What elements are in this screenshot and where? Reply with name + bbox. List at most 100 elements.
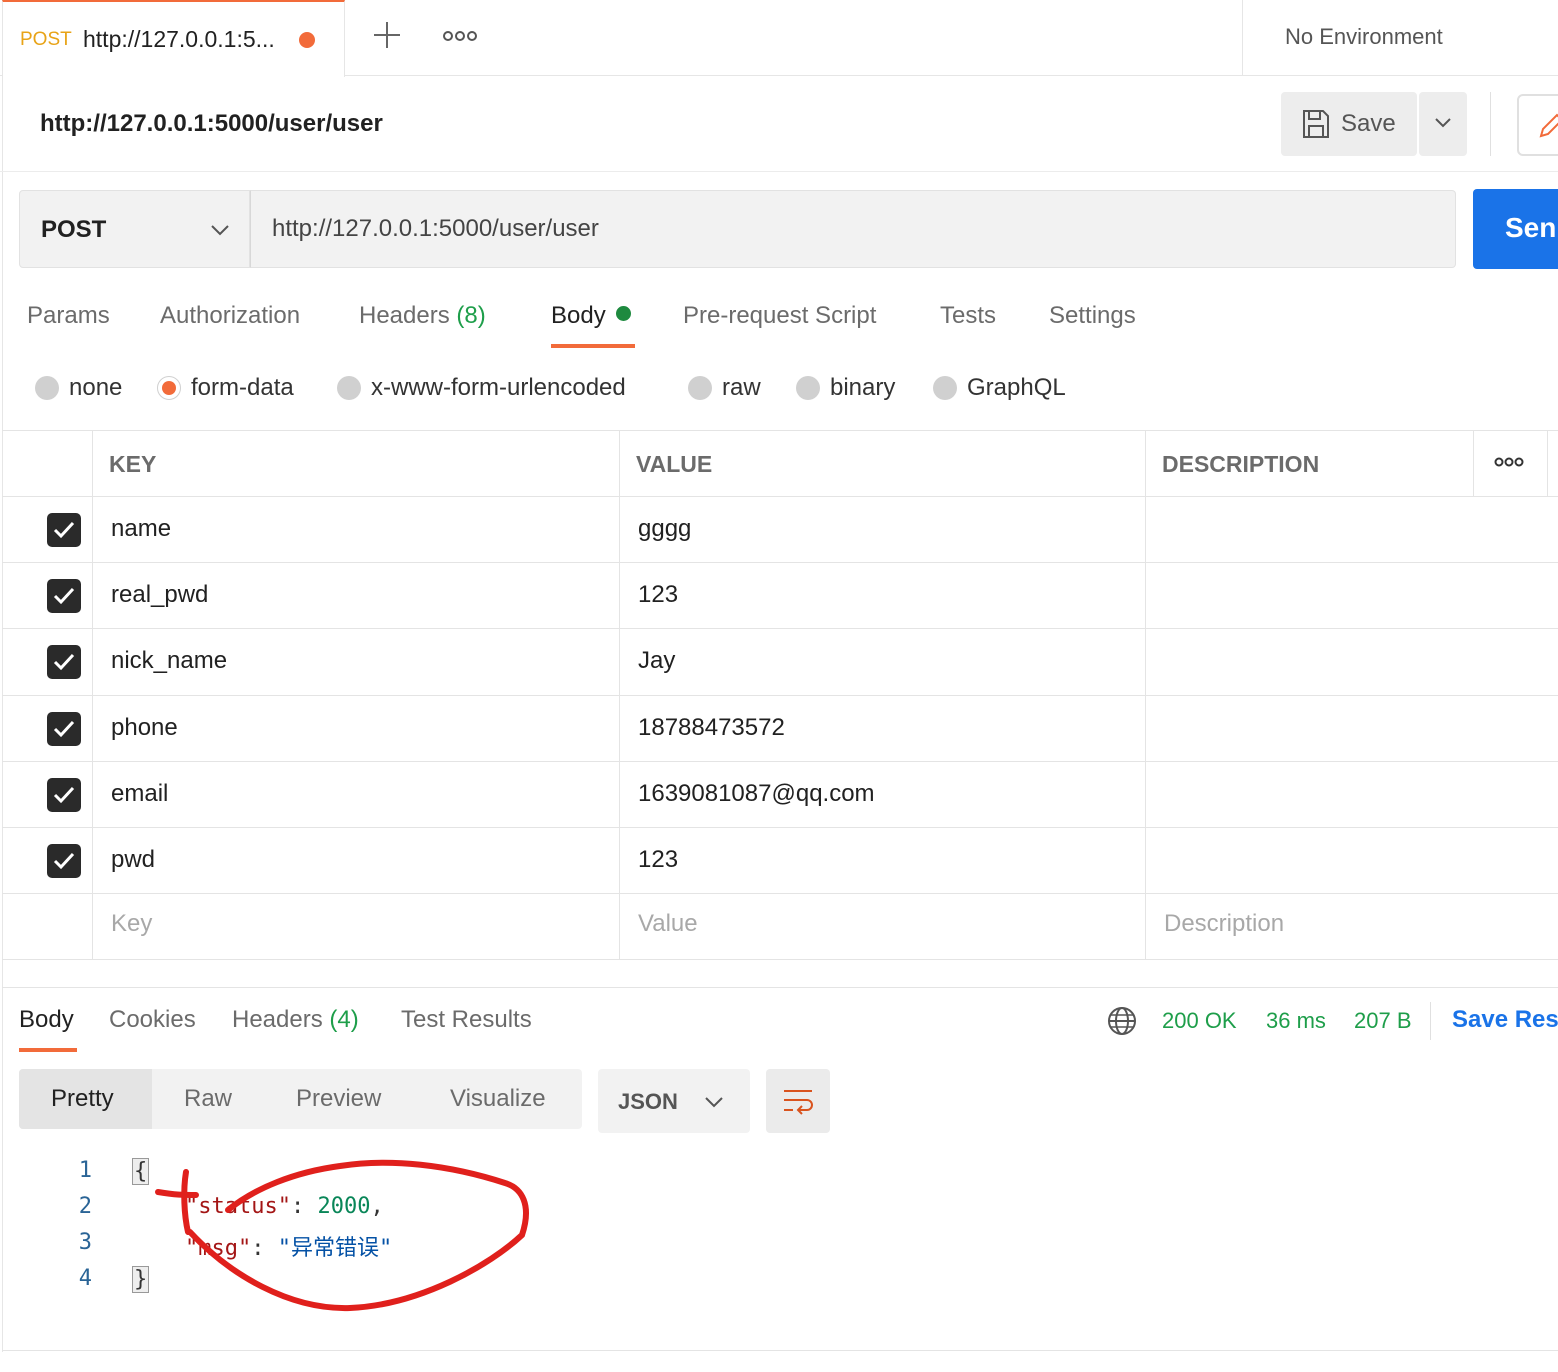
method-label: POST xyxy=(41,216,107,243)
save-label: Save xyxy=(1341,110,1396,137)
radio-label: x-www-form-urlencoded xyxy=(371,374,626,401)
column-divider xyxy=(92,430,93,959)
code-line: } xyxy=(132,1266,150,1293)
view-preview[interactable]: Preview xyxy=(296,1085,381,1113)
globe-icon[interactable] xyxy=(1107,1006,1137,1036)
tab-authorization[interactable]: Authorization xyxy=(160,302,300,330)
row-checkbox[interactable] xyxy=(47,513,81,547)
tab-title: http://127.0.0.1:5... xyxy=(83,26,275,52)
description-placeholder[interactable]: Description xyxy=(1164,910,1284,938)
status-divider xyxy=(1430,1002,1431,1040)
row-key[interactable]: pwd xyxy=(111,846,155,874)
save-button[interactable]: Save xyxy=(1281,92,1417,156)
view-visualize[interactable]: Visualize xyxy=(450,1085,546,1113)
response-tab-headers[interactable]: Headers (4) xyxy=(232,1006,359,1034)
row-key[interactable]: phone xyxy=(111,714,178,742)
response-time[interactable]: 36 ms xyxy=(1266,1008,1326,1034)
request-name-row: http://127.0.0.1:5000/user/user Save xyxy=(0,76,1558,172)
column-header-value: VALUE xyxy=(636,451,713,477)
headers-count: (8) xyxy=(456,302,486,329)
json-number: 2000 xyxy=(317,1194,371,1219)
row-key[interactable]: name xyxy=(111,515,171,543)
response-tab-underline xyxy=(19,1048,77,1052)
close-brace: } xyxy=(132,1266,150,1293)
save-options-dropdown[interactable] xyxy=(1419,92,1467,156)
view-mode-group: Pretty Raw Preview Visualize xyxy=(19,1069,582,1129)
radio-circle xyxy=(796,376,820,400)
edit-button[interactable] xyxy=(1517,94,1558,156)
environment-selector[interactable]: No Environment xyxy=(1285,24,1443,50)
row-checkbox[interactable] xyxy=(47,778,81,812)
row-key[interactable]: email xyxy=(111,780,168,808)
response-tab-cookies[interactable]: Cookies xyxy=(109,1006,196,1034)
view-pretty[interactable]: Pretty xyxy=(51,1085,114,1113)
radio-label: raw xyxy=(722,374,761,401)
env-divider xyxy=(1242,0,1243,76)
radio-circle xyxy=(35,376,59,400)
response-headers-count: (4) xyxy=(329,1006,359,1033)
response-tab-test-results[interactable]: Test Results xyxy=(401,1006,532,1034)
send-button[interactable]: Sen xyxy=(1473,189,1558,269)
column-divider xyxy=(1547,430,1548,496)
response-tab-body[interactable]: Body xyxy=(19,1006,74,1034)
value-placeholder[interactable]: Value xyxy=(638,910,698,938)
code-line: "status": 2000, xyxy=(184,1194,384,1219)
row-value[interactable]: 18788473572 xyxy=(638,714,785,742)
row-value[interactable]: 1639081087@qq.com xyxy=(638,780,875,808)
tab-prerequest-script[interactable]: Pre-request Script xyxy=(683,302,876,330)
row-value[interactable]: 123 xyxy=(638,581,678,609)
json-key: "status" xyxy=(184,1194,291,1219)
json-key: "msg" xyxy=(184,1236,252,1261)
row-checkbox[interactable] xyxy=(47,712,81,746)
view-raw[interactable]: Raw xyxy=(184,1085,232,1113)
radio-circle xyxy=(337,376,361,400)
active-tab-underline xyxy=(551,344,635,348)
format-select[interactable]: JSON xyxy=(598,1069,750,1133)
tab-headers[interactable]: Headers (8) xyxy=(359,302,486,330)
new-tab-plus-icon[interactable] xyxy=(370,18,404,52)
tab-body[interactable]: Body xyxy=(551,302,631,330)
tab-settings[interactable]: Settings xyxy=(1049,302,1136,330)
radio-label: binary xyxy=(830,374,896,401)
save-response-button[interactable]: Save Res xyxy=(1452,1006,1558,1034)
checkmark-icon xyxy=(53,720,75,738)
request-tab[interactable]: POST http://127.0.0.1:5... xyxy=(2,0,345,77)
tab-tests[interactable]: Tests xyxy=(940,302,996,330)
status-code[interactable]: 200 OK xyxy=(1162,1008,1237,1034)
response-size[interactable]: 207 B xyxy=(1354,1008,1412,1034)
checkmark-icon xyxy=(53,786,75,804)
url-input[interactable]: http://127.0.0.1:5000/user/user xyxy=(250,190,1456,268)
row-value[interactable]: 123 xyxy=(638,846,678,874)
url-text: http://127.0.0.1:5000/user/user xyxy=(272,215,599,242)
row-checkbox[interactable] xyxy=(47,579,81,613)
row-value[interactable]: Jay xyxy=(638,647,675,675)
column-divider xyxy=(1145,430,1146,959)
checkmark-icon xyxy=(53,653,75,671)
unsaved-dot-icon xyxy=(299,32,315,48)
chevron-down-icon xyxy=(211,225,229,236)
line-number: 3 xyxy=(78,1230,92,1255)
tab-params[interactable]: Params xyxy=(27,302,110,330)
column-divider xyxy=(1473,430,1474,496)
row-key[interactable]: real_pwd xyxy=(111,581,208,609)
table-row: pwd 123 xyxy=(2,828,1558,894)
method-select[interactable]: POST xyxy=(19,190,250,268)
checkmark-icon xyxy=(53,521,75,539)
checkmark-icon xyxy=(53,852,75,870)
checkmark-icon xyxy=(53,587,75,605)
row-value[interactable]: gggg xyxy=(638,515,691,543)
radio-circle xyxy=(933,376,957,400)
code-line: "msg": "异常错误" xyxy=(184,1236,393,1261)
row-checkbox[interactable] xyxy=(47,844,81,878)
radio-label: form-data xyxy=(191,374,294,401)
form-data-table: KEY VALUE DESCRIPTION name gggg real_pwd… xyxy=(2,430,1558,960)
row-checkbox[interactable] xyxy=(47,645,81,679)
wrap-lines-button[interactable] xyxy=(766,1069,830,1133)
column-header-key: KEY xyxy=(109,451,157,477)
tab-more-icon[interactable] xyxy=(440,26,480,46)
tab-body-label: Body xyxy=(551,302,606,329)
table-more-icon[interactable] xyxy=(1494,456,1524,468)
request-name[interactable]: http://127.0.0.1:5000/user/user xyxy=(40,110,383,138)
row-key[interactable]: nick_name xyxy=(111,647,227,675)
key-placeholder[interactable]: Key xyxy=(111,910,152,938)
